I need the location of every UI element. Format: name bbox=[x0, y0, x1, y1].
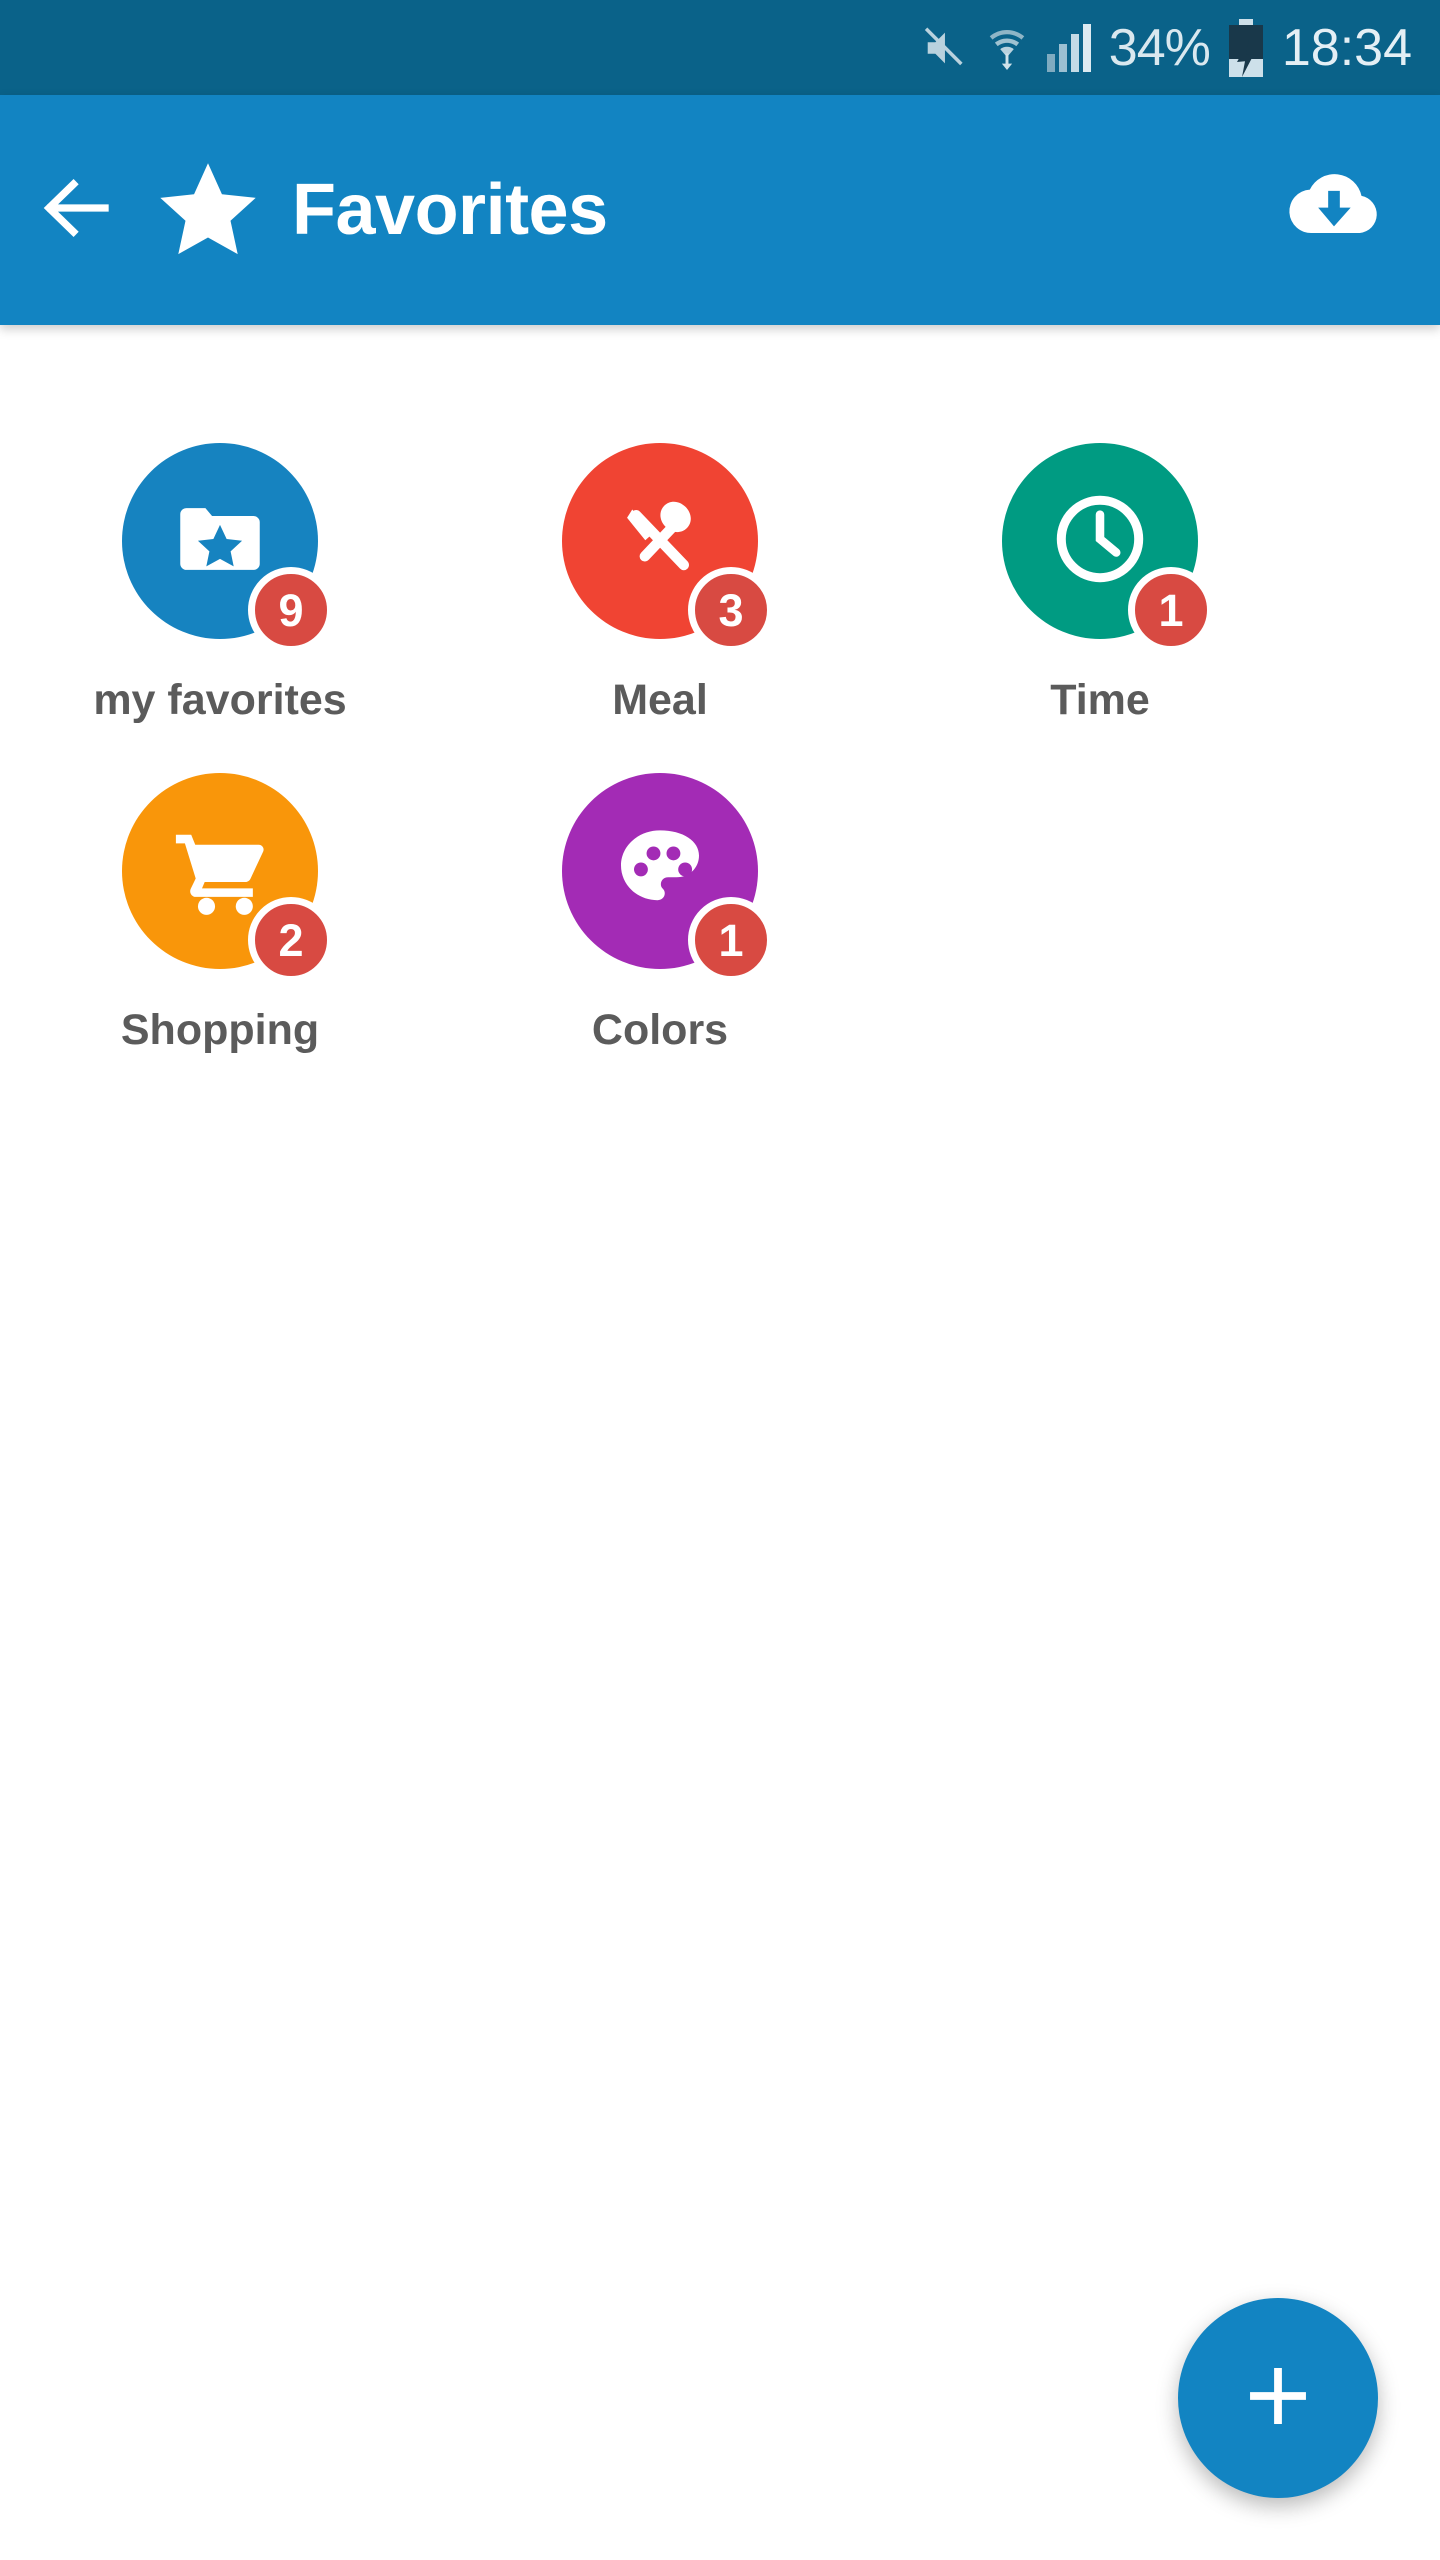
category-label: Colors bbox=[591, 1006, 729, 1054]
palette-icon bbox=[608, 817, 712, 926]
cutlery-icon bbox=[608, 487, 712, 596]
add-button[interactable] bbox=[1178, 2298, 1378, 2498]
status-bar-clock: 18:34 bbox=[1281, 18, 1412, 77]
category-item-time[interactable]: 1 Time bbox=[880, 325, 1320, 722]
back-button[interactable] bbox=[22, 155, 132, 265]
wifi-download-icon bbox=[985, 22, 1029, 74]
category-badge: 1 bbox=[1128, 567, 1214, 653]
category-item-my-favorites[interactable]: 9 my favorites bbox=[0, 325, 440, 722]
cloud-download-icon bbox=[1284, 158, 1384, 263]
download-button[interactable] bbox=[1274, 150, 1394, 270]
category-label: Time bbox=[1050, 676, 1150, 724]
folder-star-icon bbox=[167, 486, 273, 597]
category-label: Shopping bbox=[120, 1006, 320, 1054]
category-badge: 3 bbox=[688, 567, 774, 653]
page-title: Favorites bbox=[292, 170, 608, 250]
category-icon-wrap: 1 bbox=[562, 773, 774, 983]
cellular-signal-icon bbox=[1046, 23, 1091, 72]
battery-charging-icon bbox=[1228, 18, 1264, 77]
star-icon bbox=[154, 156, 262, 264]
category-item-meal[interactable]: 3 Meal bbox=[440, 325, 880, 722]
category-item-shopping[interactable]: 2 Shopping bbox=[0, 655, 440, 1052]
category-icon-wrap: 2 bbox=[122, 773, 334, 983]
battery-percent-label: 34% bbox=[1108, 18, 1211, 77]
plus-icon bbox=[1239, 2357, 1317, 2440]
status-bar: 34% 18:34 bbox=[0, 0, 1440, 95]
category-icon-wrap: 9 bbox=[122, 443, 334, 653]
category-badge: 2 bbox=[248, 897, 334, 983]
content-area: 9 my favorites 3 Meal 1 Time 2 Shopping … bbox=[0, 325, 1440, 2560]
category-icon-wrap: 1 bbox=[1002, 443, 1214, 653]
app-bar: Favorites bbox=[0, 95, 1440, 325]
back-arrow-icon bbox=[35, 166, 119, 255]
category-badge: 1 bbox=[688, 897, 774, 983]
category-badge: 9 bbox=[248, 567, 334, 653]
mute-icon bbox=[921, 23, 967, 73]
category-item-colors[interactable]: 1 Colors bbox=[440, 655, 880, 1052]
category-icon-wrap: 3 bbox=[562, 443, 774, 653]
category-grid: 9 my favorites 3 Meal 1 Time 2 Shopping … bbox=[0, 325, 1440, 1052]
